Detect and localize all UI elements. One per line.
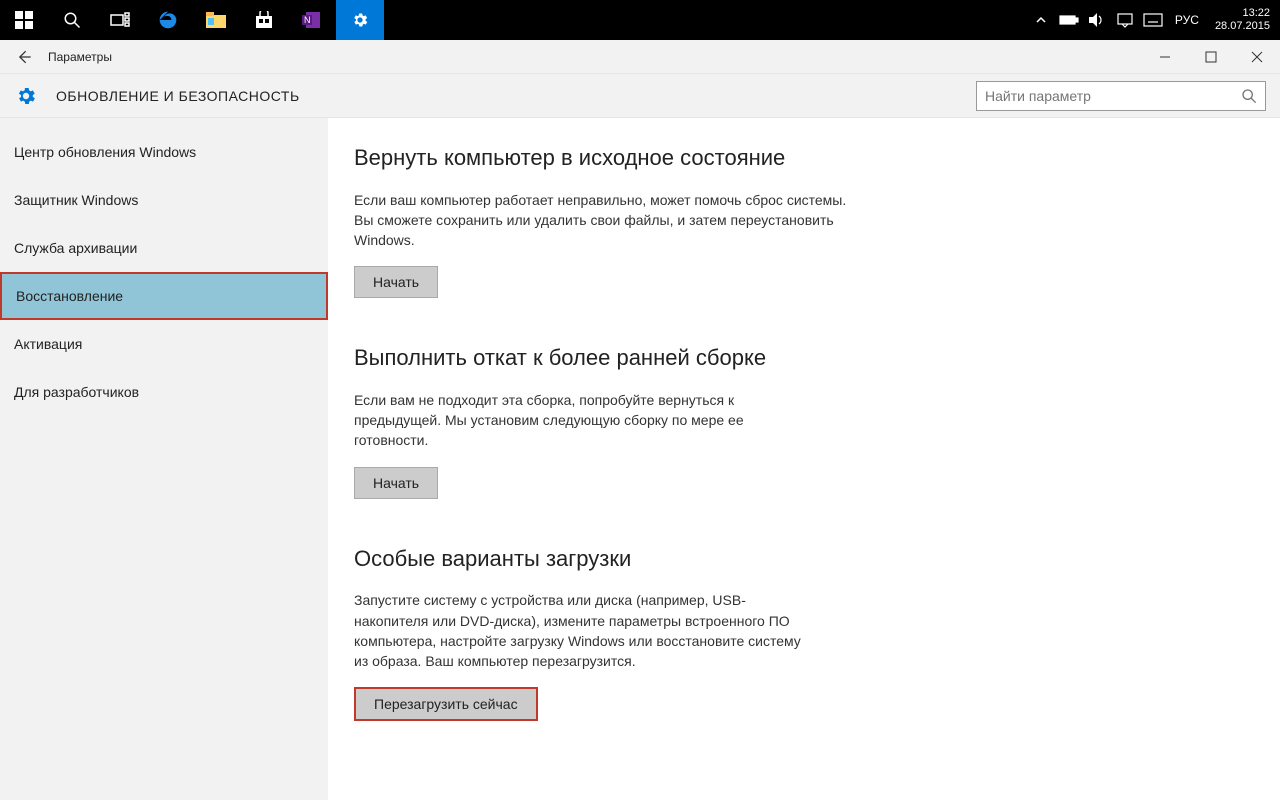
keyboard-icon[interactable] [1141,0,1165,40]
onenote-icon[interactable]: N [288,0,336,40]
sidebar: Центр обновления Windows Защитник Window… [0,118,328,800]
close-button[interactable] [1234,40,1280,74]
section-advanced-startup: Особые варианты загрузки Запустите систе… [354,545,908,722]
start-button[interactable] [0,0,48,40]
sidebar-item-label: Для разработчиков [14,384,139,400]
minimize-button[interactable] [1142,40,1188,74]
back-button[interactable] [0,40,48,74]
section-text: Если вам не подходит эта сборка, попробу… [354,390,774,451]
clock-time: 13:22 [1215,7,1270,20]
section-rollback: Выполнить откат к более ранней сборке Ес… [354,344,908,498]
settings-window: Параметры ОБНОВЛЕНИЕ И БЕЗОПАСНОСТЬ Цент… [0,40,1280,800]
sidebar-item-label: Защитник Windows [14,192,138,208]
content-area: Вернуть компьютер в исходное состояние Е… [328,118,908,800]
sidebar-item-label: Активация [14,336,82,352]
category-title: ОБНОВЛЕНИЕ И БЕЗОПАСНОСТЬ [56,88,300,104]
taskbar: N РУС 13:22 28.07.2015 [0,0,1280,40]
maximize-button[interactable] [1188,40,1234,74]
notifications-icon[interactable] [1113,0,1137,40]
sidebar-item-backup[interactable]: Служба архивации [0,224,328,272]
reset-start-button[interactable]: Начать [354,266,438,298]
section-title: Особые варианты загрузки [354,545,908,573]
sidebar-item-developers[interactable]: Для разработчиков [0,368,328,416]
clock[interactable]: 13:22 28.07.2015 [1209,7,1276,33]
svg-text:N: N [304,15,311,25]
titlebar: Параметры [0,40,1280,74]
rollback-start-button[interactable]: Начать [354,467,438,499]
sidebar-item-label: Центр обновления Windows [14,144,196,160]
search-input[interactable] [985,88,1241,104]
section-text: Если ваш компьютер работает неправильно,… [354,190,864,251]
sidebar-item-activation[interactable]: Активация [0,320,328,368]
edge-icon[interactable] [144,0,192,40]
window-title: Параметры [48,50,112,64]
sidebar-item-recovery[interactable]: Восстановление [0,272,328,320]
sidebar-item-windows-update[interactable]: Центр обновления Windows [0,128,328,176]
search-taskbar-icon[interactable] [48,0,96,40]
sidebar-item-defender[interactable]: Защитник Windows [0,176,328,224]
explorer-icon[interactable] [192,0,240,40]
category-header: ОБНОВЛЕНИЕ И БЕЗОПАСНОСТЬ [0,74,1280,118]
volume-icon[interactable] [1085,0,1109,40]
sidebar-item-label: Восстановление [16,288,123,304]
language-indicator[interactable]: РУС [1169,13,1205,27]
sidebar-item-label: Служба архивации [14,240,137,256]
section-title: Выполнить откат к более ранней сборке [354,344,908,372]
task-view-icon[interactable] [96,0,144,40]
clock-date: 28.07.2015 [1215,20,1270,33]
restart-now-button[interactable]: Перезагрузить сейчас [354,687,538,721]
tray-chevron-icon[interactable] [1029,0,1053,40]
search-icon [1241,88,1257,104]
section-reset: Вернуть компьютер в исходное состояние Е… [354,144,908,298]
battery-icon[interactable] [1057,0,1081,40]
settings-taskbar-icon[interactable] [336,0,384,40]
gear-icon [14,84,38,108]
section-title: Вернуть компьютер в исходное состояние [354,144,908,172]
store-icon[interactable] [240,0,288,40]
search-box[interactable] [976,81,1266,111]
section-text: Запустите систему с устройства или диска… [354,590,814,671]
